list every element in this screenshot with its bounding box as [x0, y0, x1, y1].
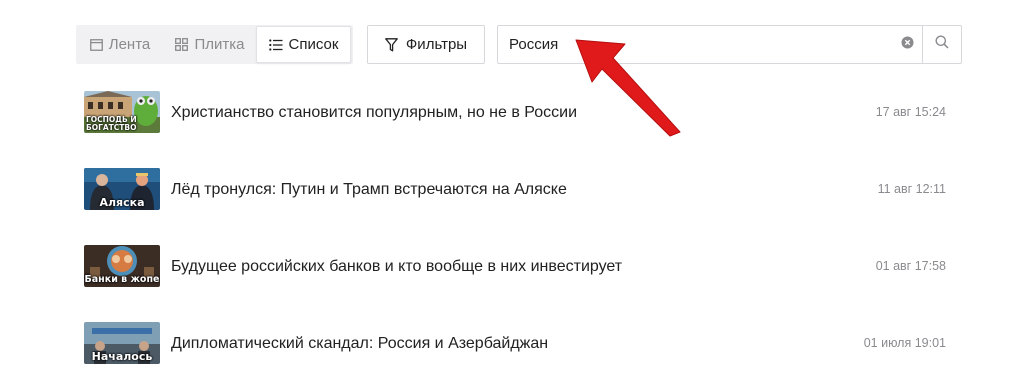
toolbar: Лента Плитка Список Фильтры: [76, 24, 962, 64]
view-feed-label: Лента: [108, 36, 151, 53]
feed-icon: [89, 38, 103, 51]
clear-icon: [901, 36, 914, 54]
filter-icon: [385, 37, 398, 52]
thumbnail-caption: Банки в жопе: [84, 274, 160, 285]
article-thumbnail[interactable]: Банки в жопе: [84, 245, 160, 287]
thumbnail-caption: Началось: [91, 350, 153, 363]
article-date: 11 авг 12:11: [877, 182, 946, 196]
view-list-label: Список: [288, 36, 339, 53]
view-list-button[interactable]: Список: [256, 26, 351, 63]
search-button[interactable]: [922, 26, 961, 63]
list-item[interactable]: Банки в жопе Будущее российских банков и…: [76, 232, 962, 309]
search-input[interactable]: [498, 26, 892, 63]
article-thumbnail[interactable]: Аляска: [84, 168, 160, 210]
article-list: Господь и богатство Христианство станови…: [76, 78, 962, 386]
list-item[interactable]: Господь и богатство Христианство станови…: [76, 78, 962, 155]
view-switch: Лента Плитка Список: [76, 25, 353, 64]
article-title[interactable]: Христианство становится популярным, но н…: [171, 104, 577, 122]
thumbnail-caption: Господь и богатство: [86, 115, 137, 132]
filters-label: Фильтры: [405, 36, 468, 53]
article-title[interactable]: Будущее российских банков и кто вообще в…: [171, 258, 622, 276]
article-date: 17 авг 15:24: [875, 105, 946, 119]
search-box: [497, 25, 962, 64]
filters-button[interactable]: Фильтры: [367, 25, 485, 64]
article-title[interactable]: Дипломатический скандал: Россия и Азерба…: [171, 335, 548, 353]
article-thumbnail[interactable]: Началось: [84, 322, 160, 364]
search-icon: [935, 35, 949, 54]
view-grid-label: Плитка: [194, 36, 245, 53]
grid-icon: [175, 38, 189, 51]
thumbnail-caption: Аляска: [99, 196, 145, 209]
list-icon: [268, 38, 283, 51]
article-thumbnail[interactable]: Господь и богатство: [84, 91, 160, 133]
view-feed-button[interactable]: Лента: [76, 26, 164, 63]
clear-search-button[interactable]: [892, 26, 922, 63]
article-date: 01 июля 19:01: [863, 336, 946, 350]
article-title[interactable]: Лёд тронулся: Путин и Трамп встречаются …: [171, 181, 567, 199]
list-item[interactable]: Аляска Лёд тронулся: Путин и Трамп встре…: [76, 155, 962, 232]
article-date: 01 авг 17:58: [875, 259, 946, 273]
view-grid-button[interactable]: Плитка: [164, 26, 256, 63]
list-item[interactable]: Началось Дипломатический скандал: Россия…: [76, 309, 962, 386]
